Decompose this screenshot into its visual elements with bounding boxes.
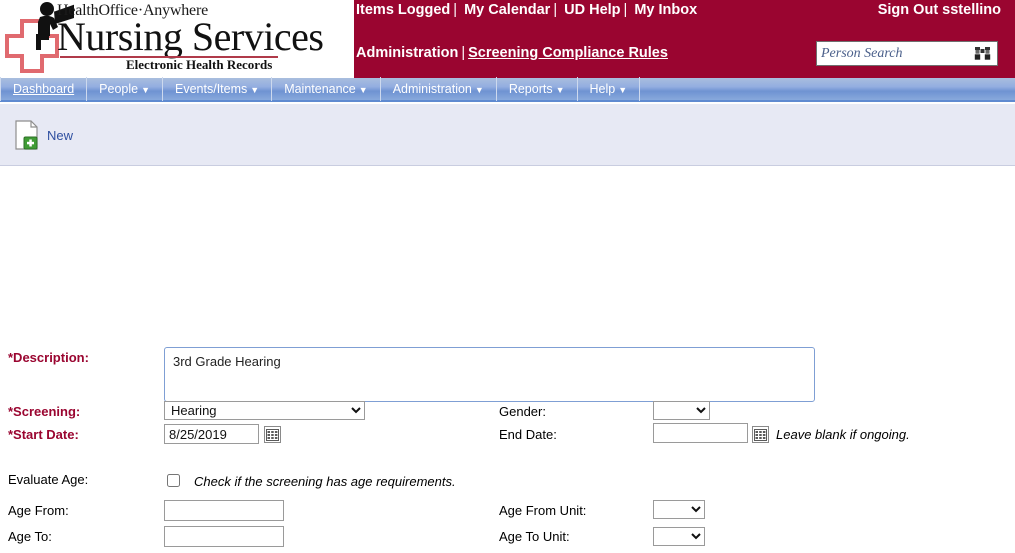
header-link-items-logged[interactable]: Items Logged (356, 2, 450, 18)
brand-logo: HealthOffice·Anywhere Nursing Services E… (0, 0, 354, 78)
menu-item-people[interactable]: People ▼ (87, 77, 164, 101)
menu-item-help[interactable]: Help ▼ (578, 77, 641, 101)
menu-item-label: Administration (392, 82, 472, 96)
menu-item-maintenance[interactable]: Maintenance ▼ (272, 77, 381, 101)
gender-label: Gender: (499, 404, 546, 419)
evaluate-age-hint: Check if the screening has age requireme… (194, 474, 456, 489)
age-from-input[interactable] (164, 500, 284, 521)
menu-item-label: Help (589, 82, 616, 96)
breadcrumb-separator: | (461, 45, 466, 61)
end-date-hint: Leave blank if ongoing. (776, 427, 910, 442)
menu-item-administration[interactable]: Administration ▼ (381, 77, 497, 101)
evaluate-age-checkbox[interactable] (167, 474, 180, 487)
menu-item-label: People (99, 82, 139, 96)
age-to-unit-select[interactable] (653, 527, 705, 546)
brand-name-main: Nursing Services (57, 14, 324, 59)
end-date-label: End Date: (499, 427, 557, 442)
evaluate-age-label: Evaluate Age: (8, 472, 89, 487)
header-link-separator: | (553, 2, 558, 18)
menu-item-events-items[interactable]: Events/Items ▼ (163, 77, 273, 101)
screening-label: *Screening: (8, 404, 81, 419)
end-date-calendar-icon[interactable] (752, 426, 769, 443)
new-button[interactable]: New (14, 120, 73, 150)
screening-select[interactable]: Hearing (164, 401, 365, 420)
start-date-calendar-icon[interactable] (264, 426, 281, 443)
age-to-unit-label: Age To Unit: (499, 529, 570, 544)
menu-item-label: Maintenance (284, 82, 356, 96)
person-search[interactable] (816, 41, 998, 66)
screening-rule-form: *Description: *Screening: Hearing Gender… (0, 166, 1015, 553)
breadcrumb-current[interactable]: Screening Compliance Rules (468, 45, 668, 61)
age-to-label: Age To: (8, 529, 52, 544)
chevron-down-icon: ▼ (141, 85, 151, 95)
header-link-my-inbox[interactable]: My Inbox (634, 2, 697, 18)
breadcrumb-parent[interactable]: Administration (356, 45, 458, 61)
end-date-input[interactable] (653, 423, 748, 443)
menu-item-label: Dashboard (13, 82, 75, 96)
chevron-down-icon: ▼ (618, 85, 628, 95)
age-from-label: Age From: (8, 503, 69, 518)
description-input[interactable] (164, 347, 815, 402)
new-document-icon (15, 120, 38, 150)
search-input[interactable] (819, 43, 971, 64)
header-link-ud-help[interactable]: UD Help (564, 2, 620, 18)
header-link-separator: | (453, 2, 458, 18)
menu-item-label: Events/Items (175, 82, 248, 96)
start-date-input[interactable] (164, 424, 259, 444)
menu-item-label: Reports (508, 82, 553, 96)
header-link-my-calendar[interactable]: My Calendar (464, 2, 550, 18)
age-from-unit-label: Age From Unit: (499, 503, 587, 518)
brand-name-sub: Electronic Health Records (126, 57, 273, 72)
header-link-separator: | (623, 2, 628, 18)
chevron-down-icon: ▼ (358, 85, 368, 95)
gender-select[interactable] (653, 401, 710, 420)
main-menu-bar: Dashboard People ▼ Events/Items ▼ Maintena… (0, 77, 1015, 102)
app-header: HealthOffice·Anywhere Nursing Services E… (0, 0, 1015, 78)
menu-item-dashboard[interactable]: Dashboard (0, 77, 88, 101)
start-date-label: *Start Date: (8, 427, 79, 442)
chevron-down-icon: ▼ (555, 85, 565, 95)
chevron-down-icon: ▼ (474, 85, 484, 95)
header-links: Items Logged | My Calendar | UD Help | My I… (356, 2, 697, 18)
app-window: HealthOffice·Anywhere Nursing Services E… (0, 0, 1015, 553)
new-button-label: New (47, 127, 74, 143)
menu-item-reports[interactable]: Reports ▼ (497, 77, 578, 101)
age-from-unit-select[interactable] (653, 500, 705, 519)
action-toolbar: New (0, 104, 1015, 166)
sign-out-link[interactable]: Sign Out sstellino (878, 2, 1001, 18)
chevron-down-icon: ▼ (250, 85, 260, 95)
binoculars-icon[interactable] (971, 43, 993, 64)
description-label: *Description: (8, 350, 89, 365)
breadcrumb: Administration | Screening Compliance Rule… (356, 45, 668, 61)
age-to-input[interactable] (164, 526, 284, 547)
